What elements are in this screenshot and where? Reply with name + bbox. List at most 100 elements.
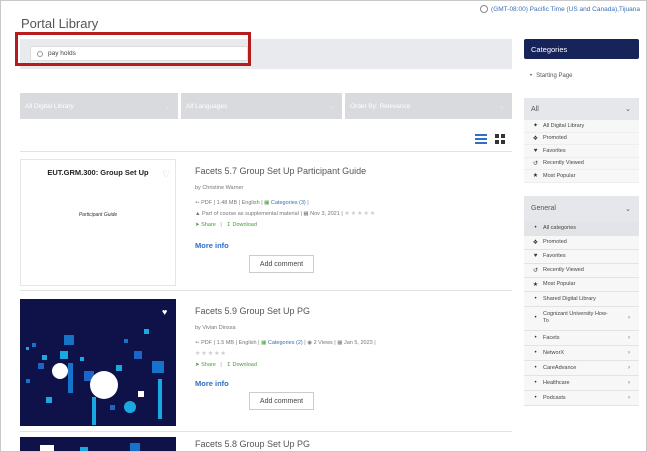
general-section-list: • All categories ❖ Promoted ♥ Favorites ↺ Re…: [524, 221, 639, 406]
document-thumbnail[interactable]: ♥: [20, 299, 176, 426]
list-view-icon[interactable]: [475, 134, 487, 144]
document-thumbnail[interactable]: [20, 437, 176, 451]
sidebar-item-most-popular[interactable]: ★ Most Popular: [524, 278, 639, 292]
categories-icon: ▦: [261, 340, 267, 346]
rating-stars[interactable]: ★★★★★: [344, 211, 376, 217]
download-icon: ↧: [226, 222, 231, 228]
sidebar-item-careadvance[interactable]: • CareAdvance ›: [524, 361, 639, 376]
more-info-link[interactable]: More info: [195, 379, 376, 388]
categories-link[interactable]: Categories (2): [268, 340, 303, 346]
chevron-right-icon: ›: [628, 394, 630, 401]
download-link[interactable]: Download: [232, 222, 256, 228]
pdf-icon: ➵: [195, 200, 200, 206]
result-card: ♥ Facets 5.9 Group Set Up PG by Vivian D…: [20, 299, 512, 429]
result-title[interactable]: Facets 5.8 Group Set Up PG: [195, 439, 310, 449]
view-count: 2 Views: [313, 340, 333, 346]
sidebar-item-cognizant-university-how-to[interactable]: • Cognizant University How-To ›: [524, 307, 639, 331]
filter-bar: All Digital Library ⌄ All Languages ⌄ Or…: [20, 93, 512, 119]
sidebar-item-label: Recently Viewed: [543, 267, 584, 273]
categories-link[interactable]: Categories (3): [271, 200, 306, 206]
all-section-label: All: [531, 105, 539, 113]
result-title[interactable]: Facets 5.7 Group Set Up Participant Guid…: [195, 166, 376, 176]
favorite-heart-icon[interactable]: ♡: [162, 169, 170, 180]
library-filter-label: All Digital Library: [25, 102, 74, 110]
sidebar-item-favorites[interactable]: ♥ Favorites: [524, 145, 639, 158]
sidebar-item-label: Cognizant University How-To: [543, 311, 608, 324]
sidebar-item-promoted[interactable]: ❖ Promoted: [524, 133, 639, 145]
add-comment-button[interactable]: Add comment: [249, 255, 314, 273]
sidebar-item-recently-viewed[interactable]: ↺ Recently Viewed: [524, 158, 639, 170]
result-meta-line: ➵ PDF | 1.5 MB | English | ▦ Categories …: [195, 340, 376, 346]
sidebar-item-healthcare[interactable]: • Healthcare ›: [524, 376, 639, 391]
rating-stars[interactable]: ★★★★★: [195, 350, 376, 357]
chevron-right-icon: ›: [628, 349, 630, 356]
all-section-header[interactable]: All ⌄: [524, 98, 639, 120]
add-comment-button[interactable]: Add comment: [249, 392, 314, 410]
share-icon: ➤: [195, 222, 200, 228]
sidebar-item-label: Healthcare: [543, 379, 570, 386]
share-icon: ➤: [195, 362, 200, 368]
favorite-heart-icon[interactable]: ♥: [162, 307, 167, 317]
bullet-icon: •: [530, 73, 533, 79]
sidebar-item-most-popular[interactable]: ★ Most Popular: [524, 170, 639, 183]
download-link[interactable]: Download: [232, 362, 256, 368]
thumbnail-title: EUT.GRM.300: Group Set Up: [47, 168, 149, 177]
sidebar-item-shared-digital-library[interactable]: • Shared Digital Library: [524, 292, 639, 307]
language: English: [241, 200, 260, 206]
result-card: Facets 5.8 Group Set Up PG: [20, 437, 512, 451]
view-toggles: [475, 134, 505, 144]
result-card: EUT.GRM.300: Group Set Up Participant Gu…: [20, 159, 512, 289]
result-date: Nov 3, 2021: [310, 211, 340, 217]
chevron-right-icon: ›: [628, 364, 630, 371]
bullet-icon: •: [534, 225, 537, 231]
globe-icon: [480, 5, 489, 13]
sidebar-item-recently-viewed[interactable]: ↺ Recently Viewed: [524, 264, 639, 278]
bullet-icon: •: [534, 295, 537, 302]
order-by-dropdown[interactable]: Order By: Relevance ⌄: [345, 93, 512, 119]
more-info-link[interactable]: More info: [195, 241, 376, 250]
general-section-header[interactable]: General ⌄: [524, 195, 639, 222]
divider: [20, 151, 512, 152]
heart-icon: ♥: [533, 253, 538, 259]
chevron-down-icon: ⌄: [625, 205, 631, 213]
result-title[interactable]: Facets 5.9 Group Set Up PG: [195, 306, 376, 316]
sidebar-item-label: All categories: [543, 225, 577, 231]
order-by-label: Order By: Relevance: [350, 102, 411, 110]
download-icon: ↧: [226, 362, 231, 368]
library-filter-dropdown[interactable]: All Digital Library ⌄: [20, 93, 178, 119]
document-thumbnail[interactable]: EUT.GRM.300: Group Set Up Participant Gu…: [20, 159, 176, 286]
sidebar-item-favorites[interactable]: ♥ Favorites: [524, 250, 639, 264]
sidebar-item-all-categories[interactable]: • All categories: [524, 221, 639, 236]
share-link[interactable]: Share: [201, 222, 216, 228]
file-size: 1.5 MB: [216, 340, 235, 346]
sidebar-item-promoted[interactable]: ❖ Promoted: [524, 236, 639, 250]
result-meta-line: ➵ PDF | 1.48 MB | English | ▦ Categories…: [195, 200, 309, 206]
share-link[interactable]: Share: [201, 362, 216, 368]
starting-page-link[interactable]: • Starting Page: [524, 62, 639, 90]
sidebar-item-label: All Digital Library: [543, 122, 585, 129]
bullet-icon: •: [534, 315, 537, 321]
pdf-icon: ➵: [195, 340, 200, 346]
timezone-link[interactable]: (GMT-08:00) Pacific Time (US and Canada)…: [480, 5, 640, 13]
search-highlight-box: [15, 32, 251, 66]
sidebar-item-label: Podcasts: [543, 394, 566, 401]
sidebar-item-all-digital-library[interactable]: ✦ All Digital Library: [524, 120, 639, 133]
thumbnail-artwork: [40, 443, 140, 451]
sidebar-item-networx[interactable]: • NetworX ›: [524, 346, 639, 361]
divider: [20, 290, 512, 291]
sidebar-item-label: Recently Viewed: [543, 160, 584, 167]
result-details: Facets 5.8 Group Set Up PG: [195, 439, 310, 449]
page-title: Portal Library: [21, 16, 99, 31]
sidebar-item-facets[interactable]: • Facets ›: [524, 331, 639, 346]
sidebar-item-label: CareAdvance: [543, 364, 577, 371]
bullet-icon: •: [534, 364, 537, 371]
sidebar-item-label: Most Popular: [543, 172, 576, 179]
calendar-icon: ▦: [303, 211, 309, 217]
sidebar-item-label: Favorites: [543, 253, 566, 259]
language-filter-label: All Languages: [186, 102, 228, 110]
sidebar-item-podcasts[interactable]: • Podcasts ›: [524, 391, 639, 406]
bullet-icon: •: [534, 394, 537, 401]
grid-view-icon[interactable]: [495, 134, 505, 144]
chevron-right-icon: ›: [628, 334, 630, 341]
language-filter-dropdown[interactable]: All Languages ⌄: [181, 93, 342, 119]
